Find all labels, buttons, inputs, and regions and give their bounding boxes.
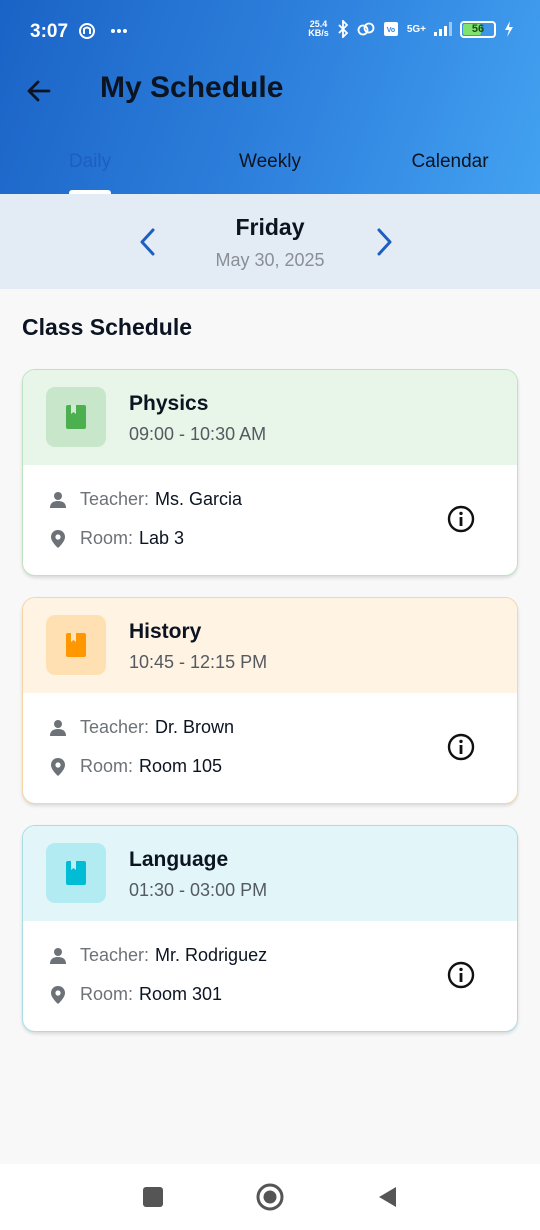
room-label: Room: [80, 984, 134, 1004]
status-system-icons: 25.4 KB/s Vo 5G+ 56 [308, 20, 514, 38]
svg-text:Vo: Vo [387, 27, 395, 34]
book-icon [66, 861, 86, 885]
person-icon [48, 946, 68, 966]
status-notification-icons [78, 22, 128, 40]
class-card-header: History 10:45 - 12:15 PM [23, 598, 517, 693]
home-circle-icon [256, 1183, 284, 1211]
schedule-tabs: Daily Weekly Calendar [0, 140, 540, 194]
back-button[interactable] [20, 72, 58, 110]
class-card-history[interactable]: History 10:45 - 12:15 PM Teacher: Dr. Br… [22, 597, 518, 804]
room-name: Lab 3 [139, 528, 185, 548]
status-bar: 3:07 25.4 KB/s Vo 5G+ 56 [0, 0, 540, 64]
subject-icon-box [46, 615, 106, 675]
class-info-button[interactable] [446, 504, 476, 534]
teacher-row: Teacher: Ms. Garcia [48, 489, 242, 510]
person-icon [48, 490, 68, 510]
app-header: 3:07 25.4 KB/s Vo 5G+ 56 My Schedule Dai… [0, 0, 540, 194]
class-info-button[interactable] [446, 732, 476, 762]
subject-icon-box [46, 387, 106, 447]
class-time: 10:45 - 12:15 PM [129, 652, 268, 672]
class-card-header: Physics 09:00 - 10:30 AM [23, 370, 517, 465]
room-label: Room: [80, 528, 134, 548]
chevron-right-icon [377, 228, 392, 256]
section-title: Class Schedule [22, 314, 193, 340]
room-row: Room: Lab 3 [48, 528, 184, 549]
teacher-label: Teacher: [80, 945, 150, 965]
teacher-label: Teacher: [80, 717, 150, 737]
class-time: 01:30 - 03:00 PM [129, 880, 268, 900]
room-label: Room: [80, 756, 134, 776]
subject-icon-box [46, 843, 106, 903]
class-subject: Physics [129, 392, 209, 415]
charging-icon [505, 21, 513, 37]
location-pin-icon [48, 529, 68, 549]
arrow-left-icon [27, 80, 51, 102]
room-name: Room 301 [139, 984, 223, 1004]
teacher-label: Teacher: [80, 489, 150, 509]
date-navigation-bar [0, 194, 540, 289]
class-time: 09:00 - 10:30 AM [129, 424, 267, 444]
tab-daily[interactable]: Daily [0, 140, 180, 194]
book-icon [66, 405, 86, 429]
class-card-language[interactable]: Language 01:30 - 03:00 PM Teacher: Mr. R… [22, 825, 518, 1032]
square-icon [143, 1187, 163, 1207]
teacher-name: Mr. Rodriguez [155, 945, 268, 965]
volte-icon: Vo [383, 22, 398, 36]
battery-level: 56 [471, 23, 485, 35]
class-card-physics[interactable]: Physics 09:00 - 10:30 AM Teacher: Ms. Ga… [22, 369, 518, 576]
teacher-row: Teacher: Mr. Rodriguez [48, 945, 267, 966]
network-type: 5G+ [406, 23, 426, 35]
teacher-name: Dr. Brown [155, 717, 235, 737]
status-time: 3:07 [30, 21, 69, 42]
selected-date: May 30, 2025 [215, 250, 325, 270]
battery-icon: 56 [460, 20, 496, 38]
room-name: Room 105 [139, 756, 223, 776]
network-speed-unit: KB/s [308, 28, 329, 38]
person-icon [48, 718, 68, 738]
info-icon [447, 733, 475, 761]
system-navigation-bar [0, 1164, 540, 1230]
teacher-name: Ms. Garcia [155, 489, 243, 509]
class-info-button[interactable] [446, 960, 476, 990]
link-icon [357, 22, 375, 36]
signal-strength-icon [434, 22, 452, 36]
next-day-button[interactable] [369, 224, 399, 260]
bluetooth-icon [338, 20, 349, 38]
info-icon [447, 961, 475, 989]
class-subject: History [129, 620, 202, 643]
class-subject: Language [129, 848, 229, 871]
recent-apps-button[interactable] [138, 1182, 168, 1212]
tab-calendar[interactable]: Calendar [360, 140, 540, 194]
teacher-row: Teacher: Dr. Brown [48, 717, 234, 738]
network-speed: 25.4 KB/s [308, 20, 329, 38]
book-icon [66, 633, 86, 657]
triangle-back-icon [379, 1187, 396, 1207]
home-button[interactable] [255, 1182, 285, 1212]
selected-day: Friday [235, 214, 305, 240]
room-row: Room: Room 301 [48, 984, 222, 1005]
location-pin-icon [48, 757, 68, 777]
system-back-button[interactable] [372, 1182, 402, 1212]
class-card-header: Language 01:30 - 03:00 PM [23, 826, 517, 921]
more-notifications-icon [111, 29, 127, 33]
tab-weekly[interactable]: Weekly [180, 140, 360, 194]
info-icon [447, 505, 475, 533]
room-row: Room: Room 105 [48, 756, 222, 777]
notification-app-icon [79, 23, 95, 39]
location-pin-icon [48, 985, 68, 1005]
page-title: My Schedule [100, 71, 284, 104]
